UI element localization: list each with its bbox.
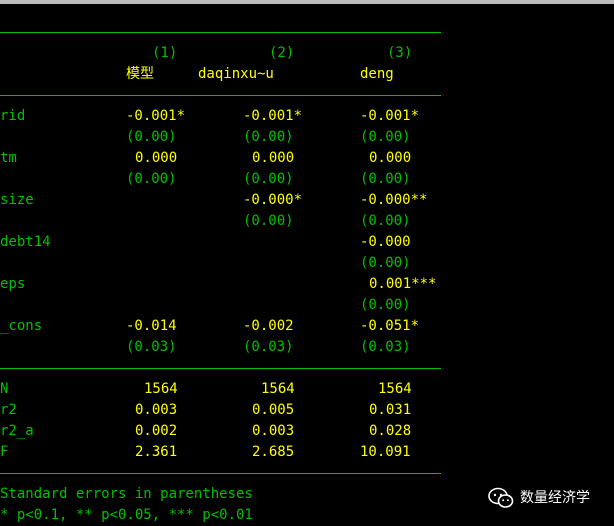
stat-r2-col2: 0.005	[252, 402, 295, 418]
table-rule-top	[0, 32, 441, 33]
footnote-se: Standard errors in parentheses	[0, 486, 253, 502]
coef-debt14-col3: -0.000	[360, 234, 411, 250]
col-3-name: deng	[360, 66, 394, 82]
stat-f-col1: 2.361	[135, 444, 178, 460]
wechat-icon	[488, 487, 514, 508]
table-rule-stats	[0, 368, 441, 369]
col-2-number: (2)	[269, 45, 295, 61]
coef-size-col2: -0.000*	[243, 192, 303, 208]
coef-size-col3: -0.000**	[360, 192, 428, 208]
watermark: 数量经济学	[488, 487, 590, 509]
stat-n-col2: 1564	[261, 381, 295, 397]
se-rid-col3: (0.00)	[360, 129, 411, 145]
se-tm-col3: (0.00)	[360, 171, 411, 187]
coef-rid-col2: -0.001*	[243, 108, 303, 124]
row-label-f: F	[0, 444, 9, 460]
se-rid-col1: (0.00)	[126, 129, 177, 145]
row-label-cons: _cons	[0, 318, 43, 334]
row-label-rid: rid	[0, 108, 26, 124]
col-1-name: 模型	[126, 66, 154, 82]
coef-eps-col3: 0.001***	[369, 276, 437, 292]
coef-cons-col2: -0.002	[243, 318, 294, 334]
coef-rid-col1: -0.001*	[126, 108, 186, 124]
se-tm-col1: (0.00)	[126, 171, 177, 187]
stat-r2-col1: 0.003	[135, 402, 178, 418]
row-label-n: N	[0, 381, 9, 397]
coef-cons-col1: -0.014	[126, 318, 177, 334]
footnote-significance: * p<0.1, ** p<0.05, *** p<0.01	[0, 507, 253, 523]
row-label-tm: tm	[0, 150, 17, 166]
table-rule-header	[0, 95, 441, 96]
coef-tm-col3: 0.000	[369, 150, 412, 166]
row-label-r2: r2	[0, 402, 17, 418]
se-size-col2: (0.00)	[243, 213, 294, 229]
se-rid-col2: (0.00)	[243, 129, 294, 145]
coef-tm-col1: 0.000	[135, 150, 178, 166]
row-label-size: size	[0, 192, 34, 208]
row-label-r2a: r2_a	[0, 423, 34, 439]
stat-n-col3: 1564	[378, 381, 412, 397]
se-cons-col1: (0.03)	[126, 339, 177, 355]
stat-r2-col3: 0.031	[369, 402, 412, 418]
window-top-edge	[0, 0, 614, 4]
watermark-text: 数量经济学	[520, 489, 590, 506]
col-1-number: (1)	[152, 45, 178, 61]
stat-r2a-col3: 0.028	[369, 423, 412, 439]
col-2-name: daqinxu~u	[198, 66, 274, 82]
coef-tm-col2: 0.000	[252, 150, 295, 166]
row-label-debt14: debt14	[0, 234, 51, 250]
se-cons-col2: (0.03)	[243, 339, 294, 355]
se-cons-col3: (0.03)	[360, 339, 411, 355]
table-rule-bottom	[0, 473, 441, 474]
row-label-eps: eps	[0, 276, 26, 292]
stat-f-col2: 2.685	[252, 444, 295, 460]
stat-r2a-col2: 0.003	[252, 423, 295, 439]
stat-r2a-col1: 0.002	[135, 423, 178, 439]
coef-cons-col3: -0.051*	[360, 318, 420, 334]
stat-f-col3: 10.091	[360, 444, 411, 460]
se-size-col3: (0.00)	[360, 213, 411, 229]
coef-rid-col3: -0.001*	[360, 108, 420, 124]
se-eps-col3: (0.00)	[360, 297, 411, 313]
col-3-number: (3)	[387, 45, 413, 61]
stat-n-col1: 1564	[144, 381, 178, 397]
se-debt14-col3: (0.00)	[360, 255, 411, 271]
se-tm-col2: (0.00)	[243, 171, 294, 187]
